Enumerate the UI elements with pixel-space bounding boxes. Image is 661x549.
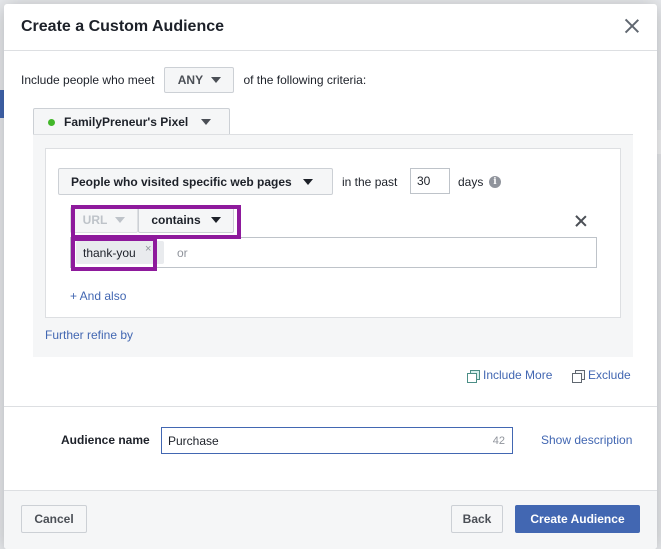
event-type-value: People who visited specific web pages <box>71 174 292 189</box>
days-input[interactable] <box>410 168 450 194</box>
criteria-panel: People who visited specific web pages in… <box>33 134 633 357</box>
exclude-copy-icon <box>572 369 585 383</box>
operator-dropdown[interactable]: contains <box>138 207 234 233</box>
caret-down-icon <box>115 217 126 223</box>
token-placeholder: or <box>177 246 188 260</box>
include-more-link[interactable]: Include More <box>467 368 553 383</box>
include-copy-icon <box>467 369 480 383</box>
create-audience-button[interactable]: Create Audience <box>515 505 640 533</box>
url-token-text: thank-you <box>83 245 136 260</box>
close-icon[interactable] <box>623 17 641 35</box>
exclude-link[interactable]: Exclude <box>572 368 631 383</box>
caret-down-icon <box>211 77 222 83</box>
dialog-footer: Cancel Back Create Audience <box>4 490 657 549</box>
info-icon[interactable]: i <box>489 176 501 188</box>
operator-value: contains <box>151 213 201 227</box>
audience-name-input[interactable] <box>168 432 468 449</box>
show-description-link[interactable]: Show description <box>541 433 632 447</box>
criteria-suffix: of the following criteria: <box>243 73 367 87</box>
audience-name-label: Audience name <box>61 433 150 447</box>
caret-down-icon <box>201 119 212 125</box>
caret-down-icon <box>210 217 221 223</box>
pixel-name: FamilyPreneur's Pixel <box>64 115 189 129</box>
criteria-prefix: Include people who meet <box>21 73 155 87</box>
caret-down-icon <box>302 178 313 185</box>
match-type-dropdown[interactable]: ANY <box>164 67 235 93</box>
token-remove-icon[interactable]: × <box>145 243 151 255</box>
url-token-input[interactable]: thank-you × or <box>70 237 597 268</box>
section-divider <box>4 406 657 407</box>
days-label: days <box>458 175 484 189</box>
pixel-selector[interactable]: FamilyPreneur's Pixel <box>33 108 230 135</box>
match-type-value: ANY <box>177 73 204 87</box>
include-more-label: Include More <box>483 368 553 382</box>
event-type-dropdown[interactable]: People who visited specific web pages <box>58 168 333 195</box>
in-the-past-label: in the past <box>342 175 398 189</box>
cancel-button[interactable]: Cancel <box>21 505 87 533</box>
remove-rule-icon[interactable] <box>575 215 587 227</box>
criteria-row: Include people who meet ANY of the follo… <box>21 67 366 93</box>
field-value: URL <box>82 213 108 227</box>
field-dropdown[interactable]: URL <box>70 207 138 233</box>
pixel-status-dot <box>48 118 55 126</box>
audience-name-field[interactable]: 42 <box>161 427 513 454</box>
exclude-label: Exclude <box>588 368 631 382</box>
further-refine-link[interactable]: Further refine by <box>45 328 133 342</box>
dialog-title: Create a Custom Audience <box>21 18 225 35</box>
back-button[interactable]: Back <box>451 505 503 533</box>
character-count: 42 <box>492 435 505 447</box>
and-also-link[interactable]: + And also <box>70 289 126 303</box>
dialog-header: Create a Custom Audience <box>4 4 657 51</box>
create-audience-dialog: Create a Custom Audience Include people … <box>4 4 657 549</box>
rule-box: People who visited specific web pages in… <box>45 148 621 318</box>
